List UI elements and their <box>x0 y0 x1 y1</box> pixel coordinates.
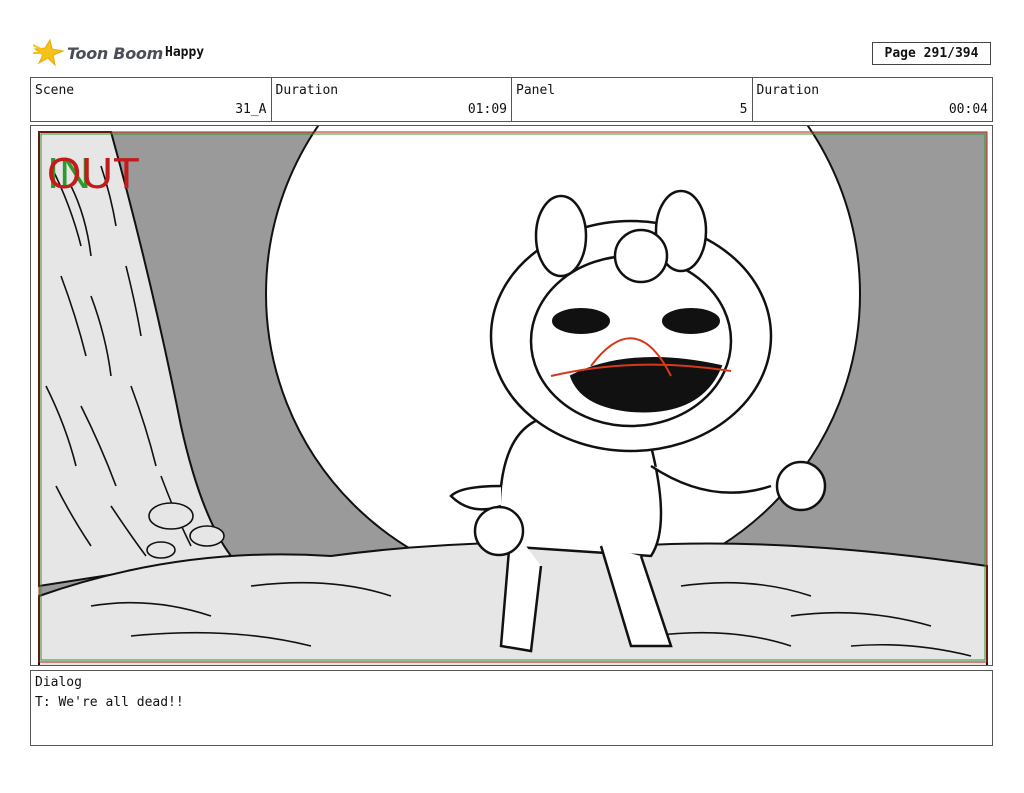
panel-duration-label: Duration <box>756 83 820 98</box>
panel-duration-cell: Duration 00:04 <box>753 78 993 121</box>
out-marker: OUT <box>47 149 140 198</box>
scene-duration-label: Duration <box>275 83 339 98</box>
panel-duration-value: 00:04 <box>948 102 988 117</box>
panel-label: Panel <box>516 83 556 98</box>
logo-text: Toon Boom <box>67 43 163 63</box>
scene-value: 31_A <box>235 102 267 117</box>
storyboard-panel-frame: IN OUT <box>30 125 993 666</box>
dialog-text: T: We're all dead!! <box>35 695 184 710</box>
panel-cell: Panel 5 <box>512 78 753 121</box>
scene-label: Scene <box>35 83 75 98</box>
dialog-box: Dialog T: We're all dead!! <box>30 670 993 746</box>
page-indicator: Page 291/394 <box>872 42 991 65</box>
scene-duration-value: 01:09 <box>467 102 507 117</box>
project-title: Happy <box>165 45 205 60</box>
scene-info-row: Scene 31_A Duration 01:09 Panel 5 Durati… <box>30 77 993 122</box>
panel-drawing: IN OUT <box>38 126 988 665</box>
panel-value: 5 <box>739 102 748 117</box>
scene-duration-cell: Duration 01:09 <box>272 78 512 121</box>
scene-cell: Scene 31_A <box>31 78 272 121</box>
toon-boom-logo: Toon Boom <box>33 38 163 68</box>
toon-boom-star-icon <box>33 39 65 67</box>
dialog-label: Dialog <box>35 675 82 690</box>
